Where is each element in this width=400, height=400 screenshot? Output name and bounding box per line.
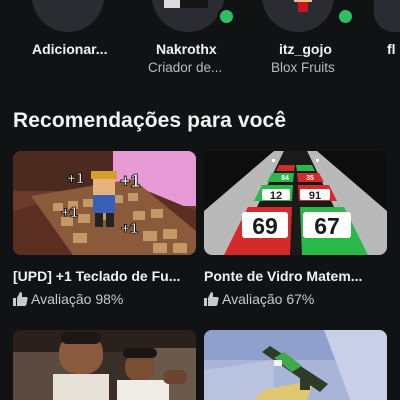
thumb-number: 84 xyxy=(281,175,289,182)
game-thumbnail-image: +1 +1 +1 +1 xyxy=(13,151,196,255)
friend-name: Nakrothx xyxy=(156,41,217,57)
game-thumbnail-image xyxy=(204,330,387,400)
thumb-plus-one: +1 xyxy=(61,204,78,221)
game-thumbnail[interactable] xyxy=(204,330,387,400)
thumb-number: 12 xyxy=(270,190,282,202)
friend-name: itz_gojo xyxy=(279,41,332,57)
thumb-number: 67 xyxy=(314,213,340,239)
game-thumbnail-image xyxy=(13,330,196,400)
game-rating: Avaliação 67% xyxy=(204,291,314,309)
friend-activity: Blox Fruits xyxy=(271,60,335,75)
avatar-image xyxy=(262,0,334,32)
thumbs-up-icon xyxy=(13,292,28,309)
thumb-plus-one: +1 xyxy=(120,171,141,191)
game-card[interactable] xyxy=(204,330,387,400)
rating-text: Avaliação 67% xyxy=(222,291,315,307)
game-title: Ponte de Vidro Matem... xyxy=(204,268,363,284)
game-card[interactable]: +1 +1 +1 +1 [UPD] +1 Teclado de Fu... Av… xyxy=(13,151,196,307)
thumb-plus-one: +1 xyxy=(67,170,84,187)
friend-name: fl xyxy=(387,41,396,57)
add-friend-avatar[interactable] xyxy=(32,0,104,32)
avatar-image xyxy=(152,0,224,32)
avatar[interactable] xyxy=(262,0,334,32)
section-title: Recomendações para você xyxy=(13,109,287,132)
rating-text: Avaliação 98% xyxy=(31,291,124,307)
thumb-number: 35 xyxy=(306,175,314,182)
game-thumbnail[interactable]: +1 +1 +1 +1 xyxy=(13,151,196,255)
game-title: [UPD] +1 Teclado de Fu... xyxy=(13,268,181,284)
thumb-number: 91 xyxy=(309,190,321,202)
thumb-number: 69 xyxy=(252,213,278,239)
game-thumbnail[interactable]: 12 91 69 67 84 35 xyxy=(204,151,387,255)
add-friend-icon xyxy=(32,0,104,32)
game-rating: Avaliação 98% xyxy=(13,291,123,309)
friends-row: Adicionar... Nakrothx Criador de... itz_… xyxy=(0,0,400,80)
avatar[interactable] xyxy=(374,0,400,32)
thumbs-up-icon xyxy=(204,292,219,309)
home-screen: Adicionar... Nakrothx Criador de... itz_… xyxy=(0,0,400,400)
online-status-icon xyxy=(217,7,236,26)
friend-name: Adicionar... xyxy=(32,41,108,57)
game-card[interactable]: 12 91 69 67 84 35 Ponte de Vidro Matem..… xyxy=(204,151,387,307)
friend-activity: Criador de... xyxy=(148,60,223,75)
thumb-plus-one: +1 xyxy=(121,220,138,237)
avatar[interactable] xyxy=(152,0,224,32)
online-status-icon xyxy=(336,7,355,26)
game-thumbnail[interactable] xyxy=(13,330,196,400)
game-thumbnail-image: 12 91 69 67 84 35 xyxy=(204,151,387,255)
game-card[interactable] xyxy=(13,330,196,400)
